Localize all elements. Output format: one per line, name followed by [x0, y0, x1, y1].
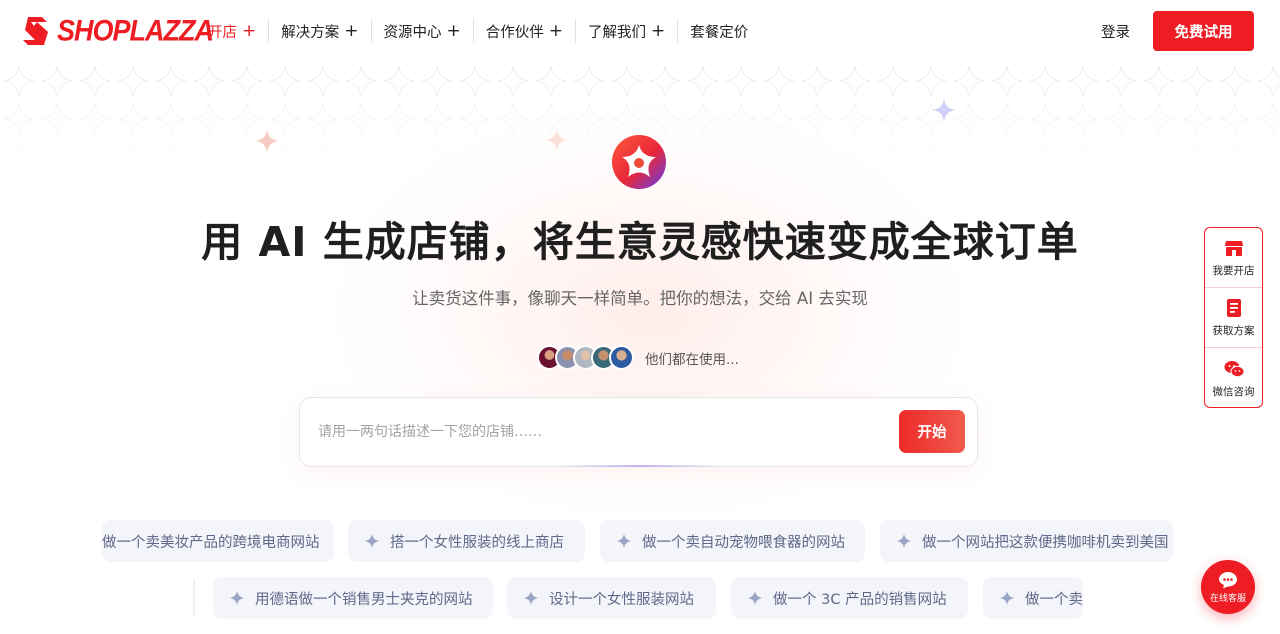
sparkle-icon	[365, 534, 379, 548]
side-label: 微信咨询	[1212, 385, 1255, 398]
suggestion-text: 做一个卖自动宠物喂食器的网站	[642, 534, 845, 551]
menu-item-open-store[interactable]: 开店 +	[196, 19, 270, 43]
document-icon	[1226, 299, 1241, 317]
suggestion-chip[interactable]: 做一个 3C 产品的销售网站	[731, 577, 968, 619]
menu-item-partners[interactable]: 合作伙伴 +	[474, 19, 576, 43]
start-button[interactable]: 开始	[899, 410, 965, 453]
menu-item-pricing[interactable]: 套餐定价	[678, 19, 760, 43]
suggestion-chip[interactable]: 设计一个女性服装网站	[507, 577, 716, 619]
menu-label: 开店	[208, 24, 237, 41]
sparkle-icon	[932, 98, 956, 122]
page-subtitle: 让卖货这件事，像聊天一样简单。把你的想法，交给 AI 去实现	[412, 289, 868, 308]
suggestion-chip[interactable]: 搭一个女性服装的线上商店	[348, 520, 585, 562]
free-trial-button[interactable]: 免费试用	[1153, 11, 1254, 51]
suggestion-chip[interactable]: 做一个网站把这款便携咖啡机卖到美国	[880, 520, 1173, 562]
top-nav: SHOPLAZZA 开店 + 解决方案 + 资源中心 + 合作伙伴 + 了解我们 + 套餐…	[0, 0, 1280, 62]
side-label: 获取方案	[1212, 325, 1255, 337]
store-description-input[interactable]	[318, 420, 878, 444]
sparkle-icon	[1000, 591, 1014, 605]
menu-label: 解决方案	[281, 24, 340, 41]
login-link[interactable]: 登录	[1101, 21, 1130, 42]
suggestion-chip[interactable]: 做一个卖	[983, 577, 1083, 619]
menu-label: 合作伙伴	[485, 24, 544, 41]
logo-mark-icon	[23, 17, 48, 45]
divider	[193, 580, 195, 616]
side-label: 我要开店	[1212, 265, 1255, 277]
side-toolbar: 我要开店 获取方案 微信咨询	[1204, 227, 1263, 408]
sparkle-icon	[617, 534, 631, 548]
sparkle-icon	[230, 591, 244, 605]
plus-icon: +	[548, 20, 563, 41]
avatar	[609, 345, 634, 370]
suggestion-text: 做一个卖美妆产品的跨境电商网站	[102, 534, 320, 551]
sparkle-icon	[897, 534, 911, 548]
suggestion-text: 做一个网站把这款便携咖啡机卖到美国	[922, 534, 1169, 551]
wechat-icon	[1224, 360, 1244, 377]
chat-label: 在线客服	[1209, 593, 1246, 604]
plus-icon: +	[242, 20, 257, 41]
suggestion-chip[interactable]: 用德语做一个销售男士夹克的网站	[213, 577, 493, 619]
menu-label: 套餐定价	[690, 24, 749, 41]
suggestion-text: 做一个卖	[1025, 591, 1083, 608]
suggestion-text: 做一个 3C 产品的销售网站	[773, 591, 947, 608]
prompt-underline	[555, 465, 725, 467]
ai-logo-icon	[612, 135, 666, 189]
sparkle-icon	[255, 129, 279, 153]
menu-label: 了解我们	[588, 24, 646, 41]
shoplazza-logo[interactable]: SHOPLAZZA	[22, 14, 214, 48]
side-item-wechat[interactable]: 微信咨询	[1205, 348, 1262, 408]
suggestion-text: 用德语做一个销售男士夹克的网站	[255, 591, 473, 608]
page-title: 用 AI 生成店铺，将生意灵感快速变成全球订单	[201, 218, 1079, 266]
user-avatars: 他们都在使用...	[537, 345, 739, 370]
plus-icon: +	[651, 20, 666, 41]
menu-item-about[interactable]: 了解我们 +	[576, 19, 679, 43]
menu-item-solutions[interactable]: 解决方案 +	[269, 19, 372, 43]
plus-icon: +	[344, 20, 359, 41]
suggestion-text: 设计一个女性服装网站	[549, 591, 694, 608]
brand-name: SHOPLAZZA	[57, 14, 214, 47]
menu-item-resources[interactable]: 资源中心 +	[372, 19, 474, 43]
sparkle-icon	[748, 591, 762, 605]
suggestion-chip[interactable]: 做一个卖自动宠物喂食器的网站	[600, 520, 865, 562]
online-support-button[interactable]: 在线客服	[1201, 560, 1255, 614]
prompt-box: 开始	[299, 397, 978, 467]
store-icon	[1224, 241, 1243, 256]
sparkle-icon	[524, 591, 538, 605]
side-item-get-plan[interactable]: 获取方案	[1205, 288, 1262, 348]
suggestion-chip[interactable]: 做一个卖美妆产品的跨境电商网站	[102, 520, 334, 562]
suggestion-text: 搭一个女性服装的线上商店	[390, 534, 564, 551]
side-item-open-store[interactable]: 我要开店	[1205, 228, 1262, 288]
main-menu: 开店 + 解决方案 + 资源中心 + 合作伙伴 + 了解我们 + 套餐定价	[196, 19, 760, 43]
sparkle-icon	[545, 128, 569, 152]
plus-icon: +	[446, 20, 461, 41]
chat-bubble-icon	[1219, 571, 1237, 588]
users-caption: 他们都在使用...	[645, 351, 739, 368]
menu-label: 资源中心	[383, 24, 442, 41]
